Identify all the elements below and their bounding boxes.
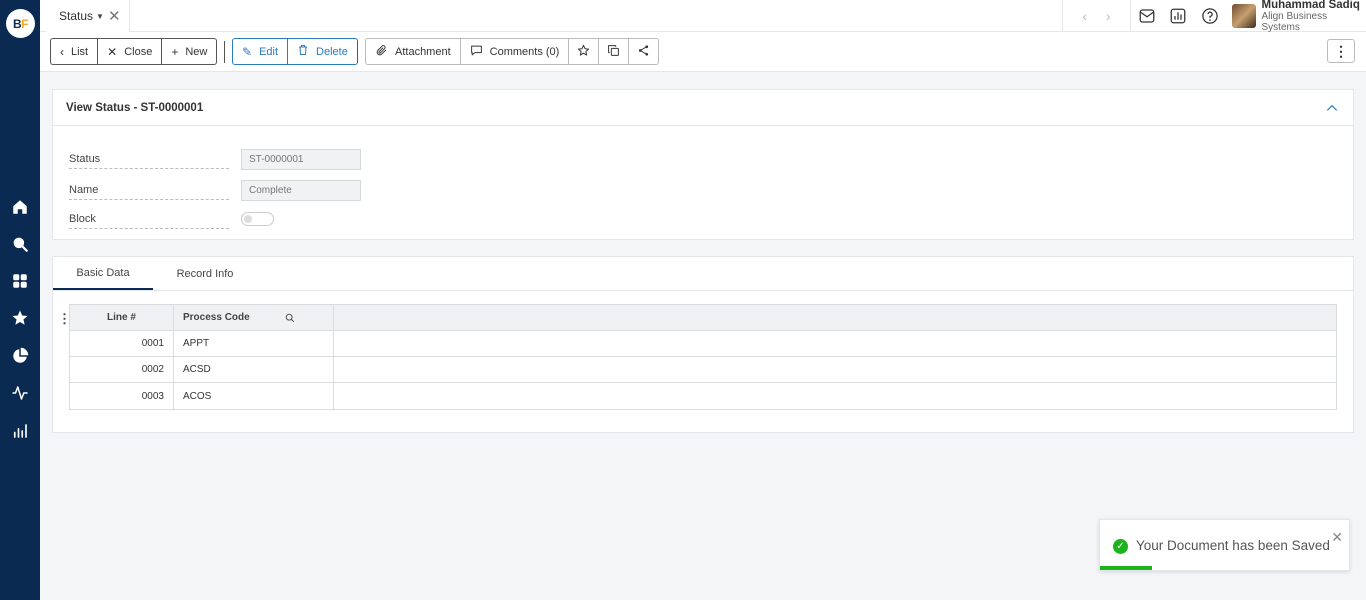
card-header: View Status - ST-0000001 xyxy=(53,90,1353,126)
table-row[interactable]: 0001 APPT xyxy=(70,331,1336,357)
tab-status[interactable]: Status ▼ ✕ xyxy=(46,0,130,32)
edit-button-label: Edit xyxy=(259,45,279,58)
toast-message: Your Document has been Saved xyxy=(1136,538,1330,553)
user-menu[interactable]: Muhammad Sadiq Align Business Systems xyxy=(1226,0,1366,33)
paperclip-icon xyxy=(375,44,388,60)
chevron-left-icon: ‹ xyxy=(60,44,64,59)
line-cell: 0002 xyxy=(70,357,174,382)
toolbar: ‹ List ✕ Close + New ✎ Edit Delete Attachmen… xyxy=(40,32,1366,72)
actions-button-group: Attachment Comments (0) xyxy=(365,38,660,65)
delete-button-label: Delete xyxy=(316,45,348,58)
tab-basic-data[interactable]: Basic Data xyxy=(53,257,153,290)
close-tab-icon[interactable]: ✕ xyxy=(108,7,121,25)
navigation-button-group: ‹ List ✕ Close + New xyxy=(50,38,218,65)
attachment-button-label: Attachment xyxy=(395,45,451,58)
close-icon: ✕ xyxy=(107,44,118,59)
filler-cell xyxy=(334,357,1336,382)
share-icon xyxy=(637,44,650,60)
process-code-grid: Line # Process Code 0001 APPT 0002 ACSD … xyxy=(69,304,1337,410)
chevron-up-icon[interactable] xyxy=(1325,101,1339,115)
copy-icon xyxy=(607,44,620,60)
line-cell: 0003 xyxy=(70,383,174,409)
star-icon[interactable] xyxy=(10,308,30,328)
pie-chart-icon[interactable] xyxy=(10,346,30,366)
share-button[interactable] xyxy=(629,39,658,64)
avatar xyxy=(1232,4,1256,28)
activity-icon[interactable] xyxy=(10,383,30,403)
view-status-card: View Status - ST-0000001 Status ST-00000… xyxy=(52,89,1354,240)
user-organization: Align Business Systems xyxy=(1261,11,1328,33)
favorite-button[interactable] xyxy=(569,39,600,64)
close-button[interactable]: ✕ Close xyxy=(98,39,163,64)
copy-button[interactable] xyxy=(599,39,630,64)
edit-button-group: ✎ Edit Delete xyxy=(232,38,358,65)
pencil-icon: ✎ xyxy=(242,44,253,59)
search-icon[interactable] xyxy=(285,313,295,323)
bar-chart-icon[interactable] xyxy=(10,421,30,441)
more-options-icon[interactable]: ⋮ xyxy=(1327,39,1355,63)
app-logo[interactable]: BF xyxy=(6,9,35,38)
logo-letter-f: F xyxy=(21,16,28,31)
filler-cell xyxy=(334,331,1336,356)
search-icon[interactable] xyxy=(10,234,30,254)
list-button-label: List xyxy=(71,45,89,58)
next-record-icon[interactable]: › xyxy=(1106,8,1111,24)
toolbar-divider xyxy=(357,41,358,63)
attachment-button[interactable]: Attachment xyxy=(366,39,461,64)
top-bar: Status ▼ ✕ ‹ › Muhammad Sadiq Align Busi… xyxy=(40,0,1366,33)
edit-button[interactable]: ✎ Edit xyxy=(233,39,289,64)
comment-icon xyxy=(470,44,483,60)
star-outline-icon xyxy=(577,44,590,60)
block-toggle[interactable] xyxy=(241,212,274,226)
help-icon[interactable] xyxy=(1194,0,1226,32)
trash-icon xyxy=(297,44,309,59)
block-label: Block xyxy=(69,213,229,229)
apps-grid-icon[interactable] xyxy=(10,271,30,291)
comments-button-label: Comments (0) xyxy=(489,45,560,58)
toast-progress-bar xyxy=(1100,566,1153,570)
name-field[interactable]: Complete xyxy=(241,180,361,201)
success-toast: ✓ Your Document has been Saved ✕ xyxy=(1099,519,1350,571)
status-field[interactable]: ST-0000001 xyxy=(241,149,361,170)
tab-record-info[interactable]: Record Info xyxy=(167,257,243,290)
process-code-cell: ACSD xyxy=(174,357,334,382)
prev-record-icon[interactable]: ‹ xyxy=(1082,8,1087,24)
line-column-header[interactable]: Line # xyxy=(70,305,174,330)
process-code-header-label: Process Code xyxy=(183,312,250,323)
delete-button[interactable]: Delete xyxy=(288,39,357,64)
chevron-down-icon[interactable]: ▼ xyxy=(96,12,104,21)
table-row[interactable]: 0003 ACOS xyxy=(70,383,1336,409)
filler-cell xyxy=(334,383,1336,409)
home-icon[interactable] xyxy=(10,197,30,217)
close-toast-icon[interactable]: ✕ xyxy=(1331,529,1343,546)
record-navigation: ‹ › xyxy=(1062,0,1130,32)
name-label: Name xyxy=(69,184,229,200)
plus-icon: + xyxy=(171,44,179,59)
list-button[interactable]: ‹ List xyxy=(51,39,99,64)
table-header: Line # Process Code xyxy=(70,305,1336,331)
new-button-label: New xyxy=(185,45,208,58)
mail-icon[interactable] xyxy=(1130,0,1162,32)
new-button[interactable]: + New xyxy=(162,39,216,64)
user-name: Muhammad Sadiq xyxy=(1261,0,1360,11)
comments-button[interactable]: Comments (0) xyxy=(461,39,570,64)
table-row[interactable]: 0002 ACSD xyxy=(70,357,1336,383)
toolbar-divider xyxy=(224,41,225,63)
close-button-label: Close xyxy=(124,45,153,58)
tab-status-label: Status xyxy=(59,9,94,23)
process-code-cell: APPT xyxy=(174,331,334,356)
logo-letter-b: B xyxy=(12,16,22,31)
details-card: Basic Data Record Info ⋮ Line # Process … xyxy=(52,256,1354,433)
line-cell: 0001 xyxy=(70,331,174,356)
check-circle-icon: ✓ xyxy=(1113,539,1128,554)
page-title: View Status - ST-0000001 xyxy=(66,101,204,114)
sidebar: BF xyxy=(0,0,40,600)
process-code-column-header[interactable]: Process Code xyxy=(174,305,334,330)
tab-bar: Basic Data Record Info xyxy=(53,257,1353,291)
status-label: Status xyxy=(69,153,229,169)
report-icon[interactable] xyxy=(1162,0,1194,32)
process-code-cell: ACOS xyxy=(174,383,334,409)
filler-column xyxy=(334,305,1336,330)
